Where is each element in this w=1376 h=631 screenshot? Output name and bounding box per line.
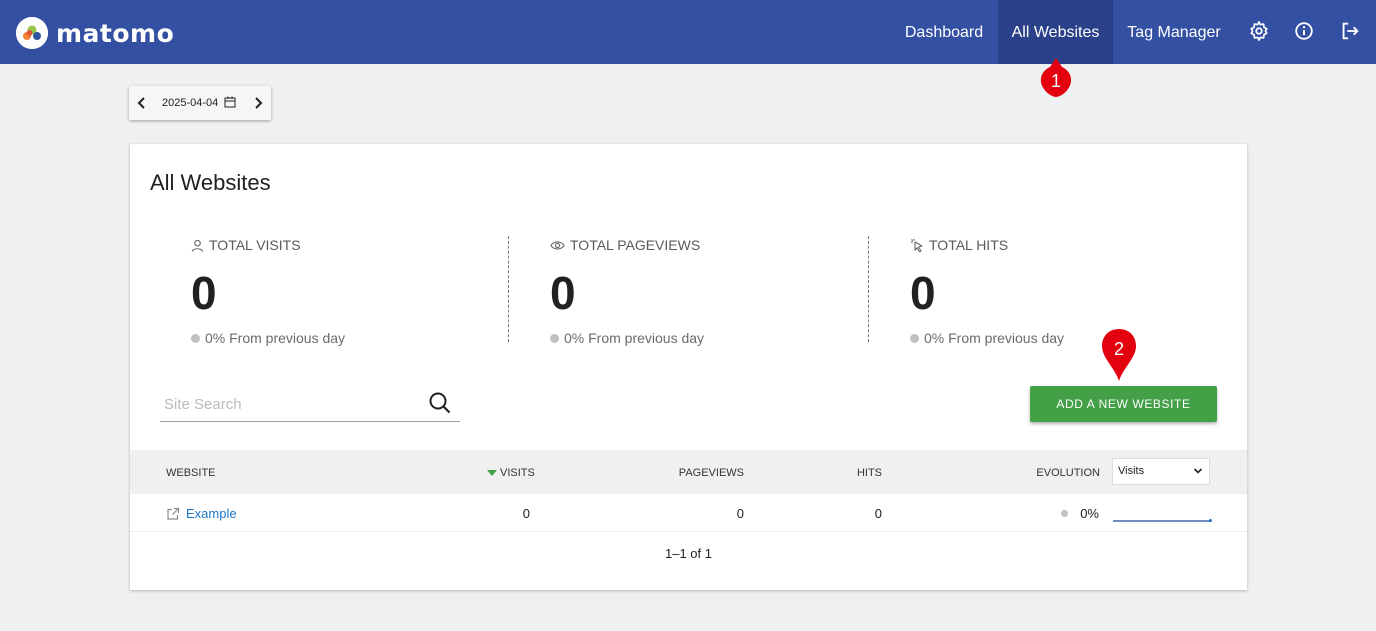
logo-text: matomo [56, 18, 175, 48]
page-title: All Websites [150, 170, 271, 195]
gear-icon[interactable] [1248, 20, 1270, 42]
callout-marker-2: 2 [1101, 328, 1137, 381]
matomo-logo[interactable]: matomo [16, 16, 174, 50]
cell-hits: 0 [874, 506, 882, 521]
calendar-icon[interactable] [224, 96, 236, 108]
date-value[interactable]: 2025-04-04 [162, 97, 218, 109]
logo-mark-icon [16, 17, 48, 49]
kpi-value: 0 [910, 267, 936, 319]
evolution-metric-value: Visits [1118, 465, 1145, 477]
kpi-label: TOTAL HITS [929, 237, 1009, 253]
chevron-left-icon[interactable] [135, 94, 149, 112]
nav-tag-manager[interactable]: Tag Manager [1116, 0, 1232, 64]
column-header-pageviews[interactable]: PAGEVIEWS [679, 467, 744, 479]
callout-number: 2 [1113, 339, 1124, 359]
cell-visits: 0 [522, 506, 530, 521]
site-search-input[interactable] [164, 392, 414, 416]
logout-icon[interactable] [1339, 20, 1361, 42]
neutral-dot-icon [191, 333, 200, 343]
nav-dashboard[interactable]: Dashboard [893, 0, 995, 64]
external-link-icon[interactable] [166, 507, 180, 521]
user-icon [191, 239, 204, 252]
column-header-website[interactable]: WEBSITE [166, 467, 216, 479]
top-navigation-bar: matomo Dashboard All Websites Tag Manage… [0, 0, 1376, 64]
neutral-dot-icon [1061, 510, 1069, 517]
callout-marker-1: 1 [1038, 57, 1074, 103]
sort-descending-icon [487, 470, 497, 476]
chevron-right-icon[interactable] [251, 94, 265, 112]
kpi-divider [508, 236, 509, 342]
evolution-sparkline [1113, 520, 1211, 522]
cell-pageviews: 0 [736, 506, 744, 521]
evolution-value: 0% [1080, 506, 1099, 521]
kpi-value: 0 [550, 267, 576, 319]
all-websites-card: All Websites TOTAL VISITS 0 0% From prev… [130, 144, 1247, 590]
kpi-change: 0% From previous day [564, 330, 705, 346]
website-name[interactable]: Example [186, 506, 237, 521]
search-icon[interactable] [428, 391, 452, 415]
kpi-total-pageviews: TOTAL PAGEVIEWS 0 0% From previous day [550, 236, 790, 346]
chevron-down-icon [1193, 468, 1203, 474]
evolution-metric-select[interactable]: Visits [1112, 458, 1210, 485]
kpi-divider [868, 236, 869, 342]
kpi-value: 0 [191, 267, 217, 319]
site-search [160, 386, 460, 422]
neutral-dot-icon [910, 333, 919, 343]
table-row: Example 0 0 0 0% [130, 494, 1247, 532]
column-header-visits[interactable]: VISITS [487, 467, 535, 479]
kpi-change: 0% From previous day [205, 330, 346, 346]
kpi-label: TOTAL PAGEVIEWS [570, 237, 701, 253]
table-header: WEBSITE VISITS PAGEVIEWS HITS EVOLUTION … [130, 450, 1247, 494]
pagination-info: 1–1 of 1 [665, 546, 712, 561]
callout-number: 1 [1050, 71, 1061, 91]
cursor-click-icon [911, 239, 923, 252]
neutral-dot-icon [550, 333, 559, 343]
nav-all-websites[interactable]: All Websites [998, 0, 1113, 64]
kpi-label: TOTAL VISITS [209, 237, 301, 253]
info-icon[interactable] [1293, 20, 1315, 42]
column-header-hits[interactable]: HITS [857, 467, 882, 479]
website-link[interactable]: Example [166, 506, 237, 521]
column-header-visits-label: VISITS [500, 467, 535, 479]
sparkline-endpoint [1209, 519, 1212, 522]
eye-icon [550, 240, 565, 250]
add-new-website-button[interactable]: ADD A NEW WEBSITE [1030, 386, 1217, 422]
column-header-evolution: EVOLUTION [1036, 467, 1100, 479]
cell-evolution: 0% [1061, 506, 1099, 521]
kpi-total-visits: TOTAL VISITS 0 0% From previous day [191, 236, 431, 346]
kpi-change: 0% From previous day [924, 330, 1065, 346]
date-selector[interactable]: 2025-04-04 [129, 86, 271, 120]
